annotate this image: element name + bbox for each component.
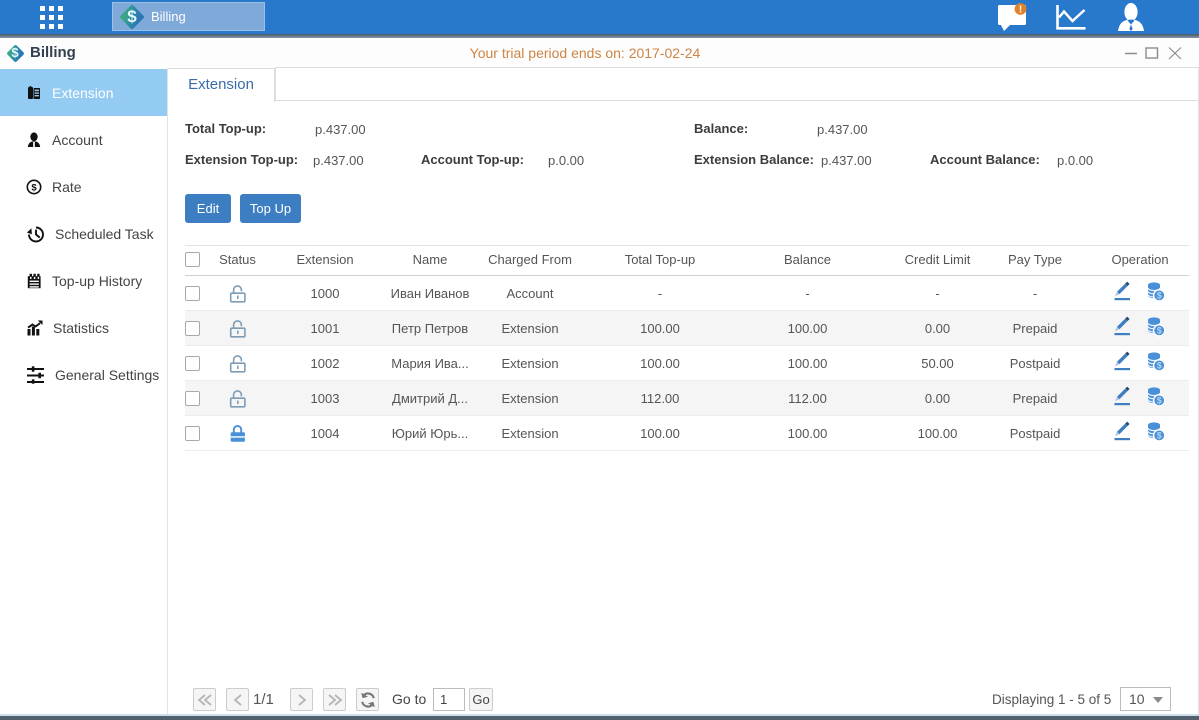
svg-text:$: $ xyxy=(1156,325,1161,335)
svg-text:$: $ xyxy=(1156,360,1161,370)
svg-text:!: ! xyxy=(1019,5,1022,16)
svg-text:$: $ xyxy=(1156,395,1161,405)
svg-text:$: $ xyxy=(31,182,37,193)
svg-text:$: $ xyxy=(1156,290,1161,300)
svg-text:$: $ xyxy=(1156,430,1161,440)
